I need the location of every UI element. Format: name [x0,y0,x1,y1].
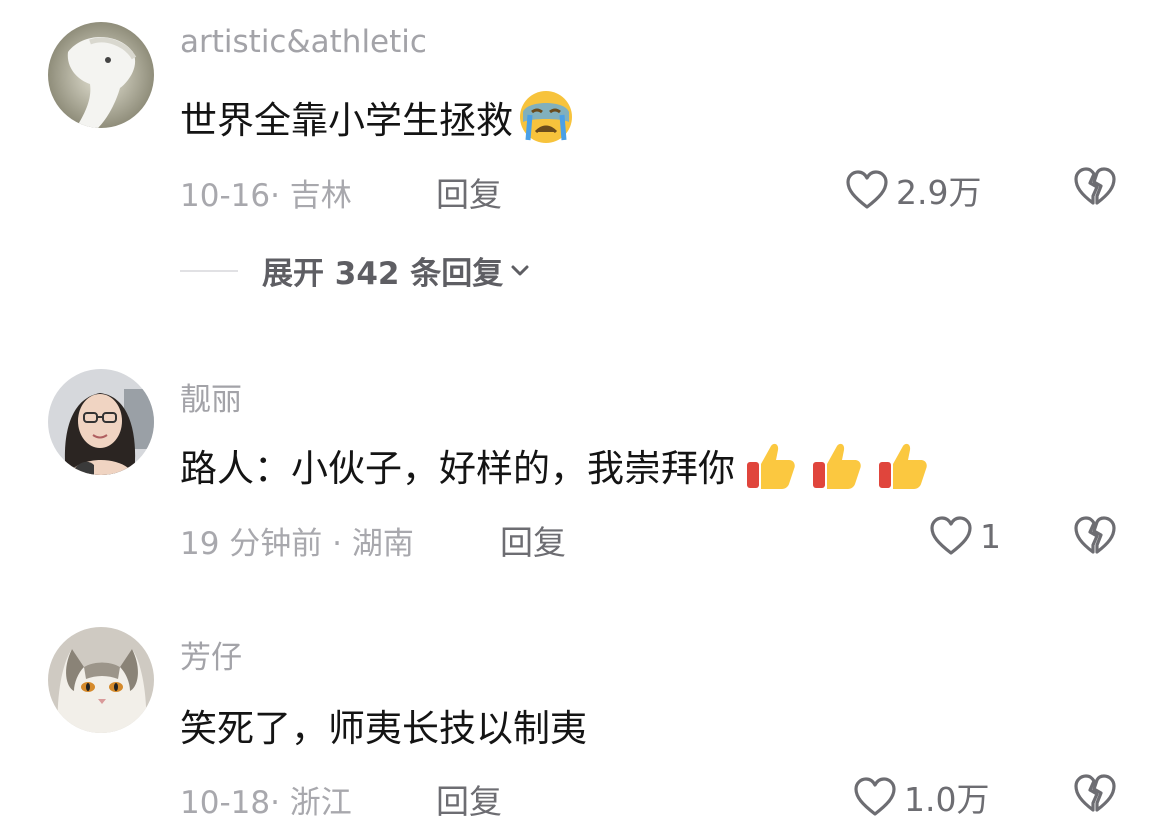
reply-button[interactable]: 回复 [500,516,566,564]
like-button[interactable]: 1 [928,515,1001,557]
expand-replies-button[interactable]: 展开 342 条回复 [180,248,531,293]
comment-meta: 10-16· 吉林 [180,178,352,214]
comment-meta: 19 分钟前 · 湖南 [180,526,414,562]
username[interactable]: 靓丽 [180,374,242,419]
comment-text: 笑死了，师夷长技以制夷 [180,698,587,752]
like-button[interactable]: 2.9万 [844,166,981,214]
comment-text: 世界全靠小学生拯救 [180,88,575,146]
broken-heart-icon [1074,167,1116,205]
thumbs-up-icon [741,436,799,494]
like-count: 1 [980,516,1001,556]
avatar[interactable] [48,22,154,128]
comment-text: 路人：小伙子，好样的，我崇拜你 [180,436,931,494]
divider [180,269,238,272]
chevron-down-icon [511,265,529,275]
heart-outline-icon [846,170,888,209]
comment-text-content: 路人：小伙子，好样的，我崇拜你 [180,447,735,490]
username[interactable]: artistic&athletic [180,24,427,60]
reply-button[interactable]: 回复 [436,168,502,216]
loudly-crying-face-icon [517,88,575,146]
thumbs-up-icon [807,436,865,494]
like-button[interactable]: 1.0万 [852,773,989,821]
dislike-button[interactable] [1072,515,1118,557]
broken-heart-icon [1074,774,1116,812]
heart-outline-icon [854,777,896,816]
heart-outline-icon [930,516,972,555]
like-count: 1.0万 [904,780,990,819]
comment-meta: 10-18· 浙江 [180,785,352,821]
thumbs-up-icon [873,436,931,494]
username[interactable]: 芳仔 [180,632,242,677]
comment-text-content: 笑死了，师夷长技以制夷 [180,707,587,750]
dislike-button[interactable] [1072,166,1118,208]
avatar[interactable] [48,627,154,733]
reply-button[interactable]: 回复 [436,775,502,823]
dislike-button[interactable] [1072,773,1118,815]
expand-replies-label: 展开 342 条回复 [262,256,504,292]
like-count: 2.9万 [896,173,982,212]
comment-text-content: 世界全靠小学生拯救 [180,99,513,142]
broken-heart-icon [1074,516,1116,554]
avatar[interactable] [48,369,154,475]
